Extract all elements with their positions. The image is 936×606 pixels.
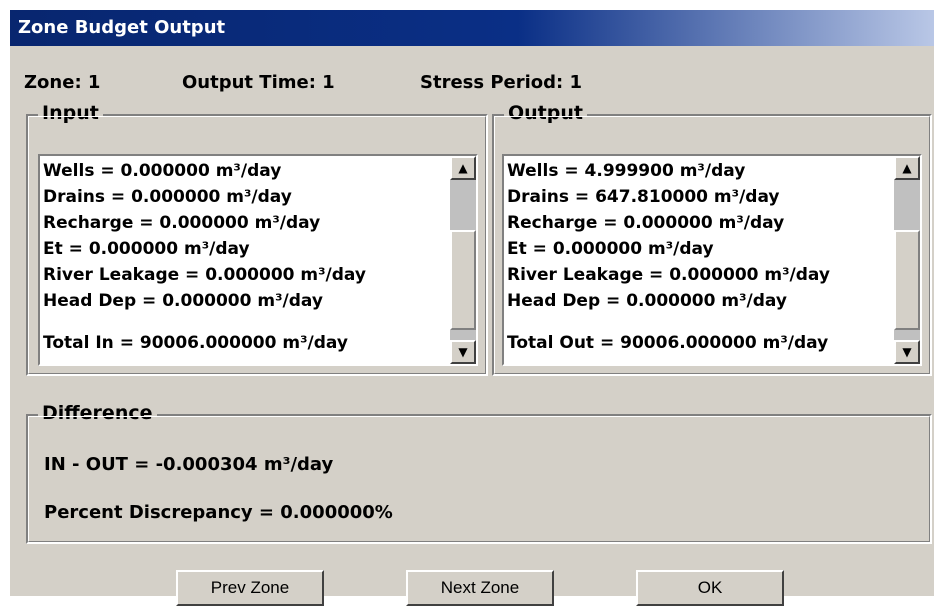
input-list[interactable]: Wells = 0.000000 m³/day Drains = 0.00000… (38, 154, 478, 366)
output-line-recharge: Recharge = 0.000000 m³/day (507, 213, 785, 233)
prev-zone-button[interactable]: Prev Zone (176, 570, 324, 606)
output-line-drains: Drains = 647.810000 m³/day (507, 187, 780, 207)
output-group: Output Wells = 4.999900 m³/day Drains = … (492, 102, 932, 376)
zone-label: Zone: 1 (24, 72, 101, 93)
output-scrollbar[interactable]: ▲ ▼ (894, 156, 920, 364)
output-line-river-leakage: River Leakage = 0.000000 m³/day (507, 265, 830, 285)
input-line-head-dep: Head Dep = 0.000000 m³/day (43, 291, 323, 311)
input-lines: Wells = 0.000000 m³/day Drains = 0.00000… (43, 158, 446, 364)
ok-button[interactable]: OK (636, 570, 784, 606)
difference-group: Difference IN - OUT = -0.000304 m³/day P… (26, 402, 932, 544)
input-line-drains: Drains = 0.000000 m³/day (43, 187, 292, 207)
output-scroll-thumb[interactable] (894, 230, 920, 330)
output-time-label: Output Time: 1 (182, 72, 335, 93)
output-lines: Wells = 4.999900 m³/day Drains = 647.810… (507, 158, 890, 364)
input-line-et: Et = 0.000000 m³/day (43, 239, 250, 259)
input-group-title: Input (38, 102, 103, 124)
input-scroll-thumb[interactable] (450, 230, 476, 330)
input-group: Input Wells = 0.000000 m³/day Drains = 0… (26, 102, 488, 376)
title-bar: Zone Budget Output (10, 10, 934, 46)
scroll-down-icon[interactable]: ▼ (894, 340, 920, 364)
window-title: Zone Budget Output (18, 17, 226, 38)
output-list[interactable]: Wells = 4.999900 m³/day Drains = 647.810… (502, 154, 922, 366)
output-total: Total Out = 90006.000000 m³/day (507, 333, 829, 353)
next-zone-button[interactable]: Next Zone (406, 570, 554, 606)
input-total: Total In = 90006.000000 m³/day (43, 333, 348, 353)
output-line-wells: Wells = 4.999900 m³/day (507, 161, 746, 181)
zone-budget-dialog: Zone Budget Output Zone: 1 Output Time: … (8, 8, 934, 606)
scroll-up-icon[interactable]: ▲ (894, 156, 920, 180)
difference-group-title: Difference (38, 402, 157, 424)
scroll-up-icon[interactable]: ▲ (450, 156, 476, 180)
output-line-head-dep: Head Dep = 0.000000 m³/day (507, 291, 787, 311)
input-line-wells: Wells = 0.000000 m³/day (43, 161, 282, 181)
scroll-down-icon[interactable]: ▼ (450, 340, 476, 364)
output-line-et: Et = 0.000000 m³/day (507, 239, 714, 259)
input-line-recharge: Recharge = 0.000000 m³/day (43, 213, 321, 233)
input-line-river-leakage: River Leakage = 0.000000 m³/day (43, 265, 366, 285)
input-scrollbar[interactable]: ▲ ▼ (450, 156, 476, 364)
in-out-value: IN - OUT = -0.000304 m³/day (44, 454, 334, 475)
stress-period-label: Stress Period: 1 (420, 72, 583, 93)
output-group-title: Output (504, 102, 587, 124)
percent-discrepancy-value: Percent Discrepancy = 0.000000% (44, 502, 393, 523)
